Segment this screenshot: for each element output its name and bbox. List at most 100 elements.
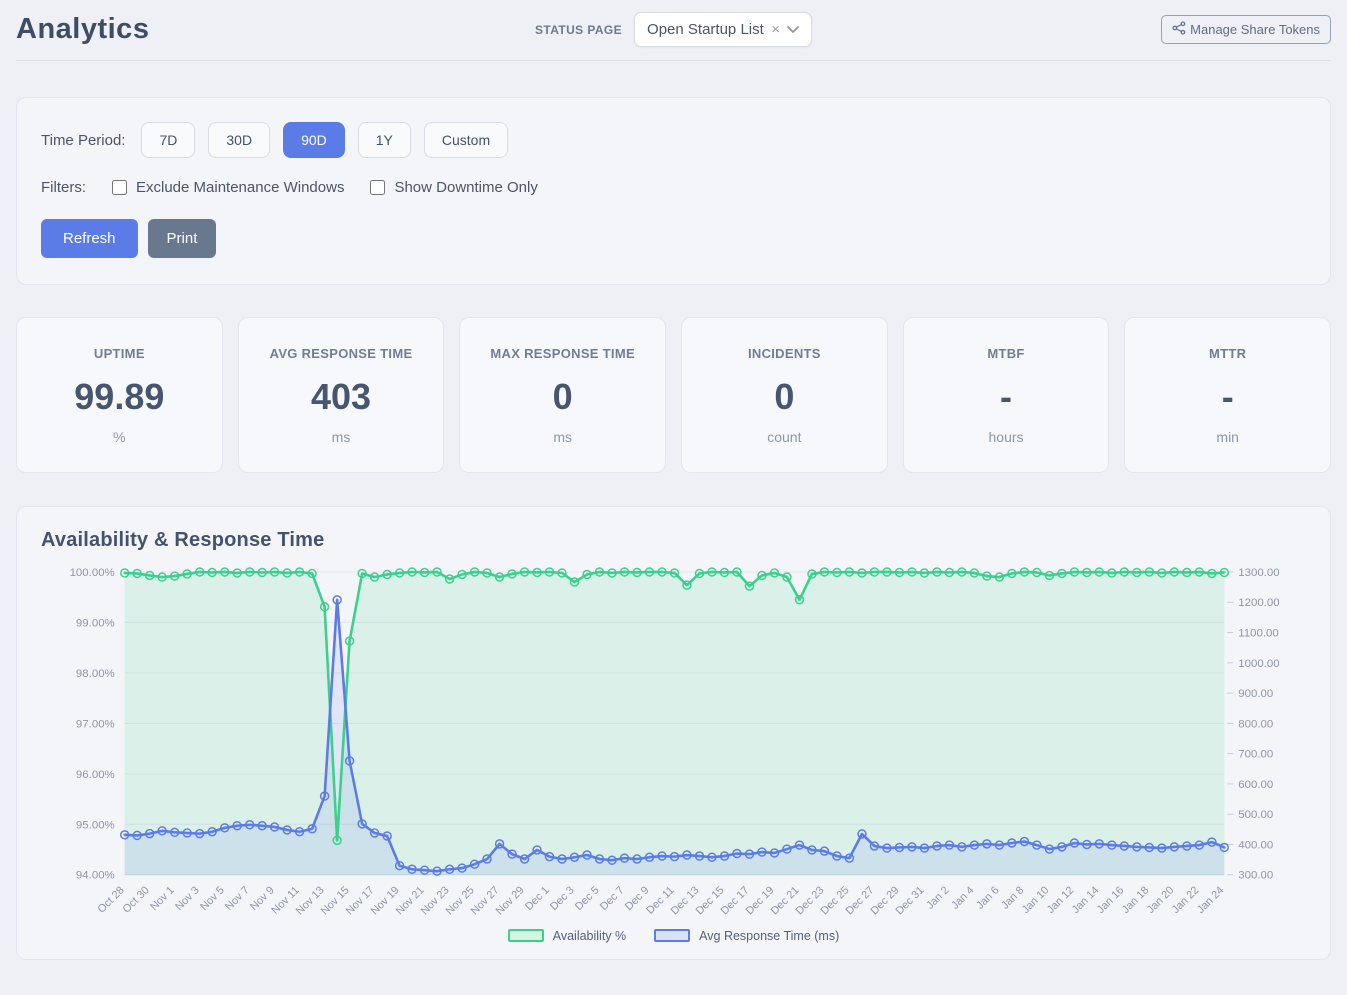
- stat-value: 403: [247, 376, 436, 418]
- period-button-7d[interactable]: 7D: [141, 122, 195, 158]
- svg-text:Nov 5: Nov 5: [198, 884, 227, 913]
- svg-text:98.00%: 98.00%: [76, 668, 115, 680]
- stat-label: INCIDENTS: [690, 346, 879, 361]
- svg-text:Nov 3: Nov 3: [173, 884, 202, 913]
- svg-text:Jan 12: Jan 12: [1045, 884, 1077, 916]
- svg-text:97.00%: 97.00%: [76, 718, 115, 730]
- clear-selection-icon[interactable]: ×: [771, 22, 780, 37]
- stat-card-uptime: UPTIME 99.89 %: [16, 317, 223, 473]
- stat-value: 0: [468, 376, 657, 418]
- svg-text:600.00: 600.00: [1238, 779, 1273, 791]
- stat-label: MTBF: [912, 346, 1101, 361]
- svg-text:Jan 2: Jan 2: [924, 884, 951, 911]
- stat-unit: ms: [247, 429, 436, 445]
- stats-row: UPTIME 99.89 % AVG RESPONSE TIME 403 ms …: [16, 317, 1331, 473]
- svg-text:94.00%: 94.00%: [76, 870, 115, 882]
- status-page-selected-value: Open Startup List: [647, 21, 764, 38]
- availability-response-chart: 94.00% 95.00% 96.00% 97.00% 98.00% 99.00% 100.…: [41, 562, 1306, 927]
- svg-text:1000.00: 1000.00: [1238, 658, 1279, 670]
- svg-text:Dec 7: Dec 7: [598, 884, 627, 913]
- share-icon: [1172, 21, 1186, 38]
- stat-value: 0: [690, 376, 879, 418]
- svg-text:Jan 4: Jan 4: [949, 884, 976, 911]
- svg-text:1100.00: 1100.00: [1238, 628, 1279, 640]
- show-downtime-checkbox[interactable]: [370, 180, 385, 195]
- time-period-row: Time Period: 7D 30D 90D 1Y Custom: [41, 122, 1306, 158]
- svg-text:Jan 20: Jan 20: [1145, 884, 1177, 916]
- legend-item-response-time: Avg Response Time (ms): [654, 929, 839, 943]
- svg-text:Nov 1: Nov 1: [148, 884, 177, 913]
- stat-card-incidents: INCIDENTS 0 count: [681, 317, 888, 473]
- svg-text:Jan 14: Jan 14: [1070, 884, 1102, 916]
- chart-title: Availability & Response Time: [41, 529, 1306, 552]
- period-button-1y[interactable]: 1Y: [358, 122, 411, 158]
- chevron-down-icon[interactable]: [787, 26, 799, 34]
- period-button-30d[interactable]: 30D: [208, 122, 270, 158]
- period-button-90d[interactable]: 90D: [283, 122, 345, 158]
- manage-share-tokens-label: Manage Share Tokens: [1190, 22, 1320, 37]
- print-button[interactable]: Print: [148, 219, 217, 258]
- stat-card-max-response: MAX RESPONSE TIME 0 ms: [459, 317, 666, 473]
- stat-unit: hours: [912, 429, 1101, 445]
- time-period-label: Time Period:: [41, 132, 125, 149]
- svg-text:Dec 5: Dec 5: [573, 884, 602, 913]
- refresh-button[interactable]: Refresh: [41, 219, 138, 258]
- page-title: Analytics: [16, 13, 149, 45]
- status-page-label: STATUS PAGE: [535, 23, 622, 37]
- period-button-custom[interactable]: Custom: [424, 122, 508, 158]
- svg-text:500.00: 500.00: [1238, 809, 1273, 821]
- svg-text:95.00%: 95.00%: [76, 819, 115, 831]
- stat-unit: ms: [468, 429, 657, 445]
- svg-text:400.00: 400.00: [1238, 839, 1273, 851]
- svg-text:96.00%: 96.00%: [76, 769, 115, 781]
- svg-text:900.00: 900.00: [1238, 688, 1273, 700]
- stat-label: AVG RESPONSE TIME: [247, 346, 436, 361]
- svg-text:99.00%: 99.00%: [76, 617, 115, 629]
- stat-unit: min: [1133, 429, 1322, 445]
- stat-label: MAX RESPONSE TIME: [468, 346, 657, 361]
- exclude-maintenance-checkbox[interactable]: [112, 180, 127, 195]
- stat-value: -: [912, 376, 1101, 418]
- legend-item-availability: Availability %: [508, 929, 626, 943]
- stat-value: -: [1133, 376, 1322, 418]
- svg-text:Dec 1: Dec 1: [523, 884, 552, 913]
- svg-text:Jan 16: Jan 16: [1095, 884, 1127, 916]
- analytics-page: Analytics STATUS PAGE Open Startup List …: [0, 0, 1347, 960]
- svg-text:Oct 30: Oct 30: [121, 884, 152, 915]
- availability-legend-swatch: [508, 929, 544, 942]
- stat-card-mtbf: MTBF - hours: [903, 317, 1110, 473]
- svg-text:100.00%: 100.00%: [70, 567, 115, 579]
- show-downtime-label: Show Downtime Only: [394, 179, 537, 196]
- svg-text:Jan 22: Jan 22: [1170, 884, 1202, 916]
- svg-text:300.00: 300.00: [1238, 870, 1273, 882]
- filters-label: Filters:: [41, 179, 86, 196]
- svg-text:800.00: 800.00: [1238, 718, 1273, 730]
- manage-share-tokens-button[interactable]: Manage Share Tokens: [1161, 15, 1331, 44]
- stat-card-avg-response: AVG RESPONSE TIME 403 ms: [238, 317, 445, 473]
- chart-wrap: 94.00% 95.00% 96.00% 97.00% 98.00% 99.00% 100.…: [41, 562, 1306, 927]
- svg-text:Nov 7: Nov 7: [223, 884, 252, 913]
- svg-text:Jan 6: Jan 6: [974, 884, 1001, 911]
- svg-text:Dec 3: Dec 3: [548, 884, 577, 913]
- svg-text:Jan 10: Jan 10: [1020, 884, 1052, 916]
- filters-panel: Time Period: 7D 30D 90D 1Y Custom Filter…: [16, 97, 1331, 285]
- header-divider: [16, 60, 1331, 61]
- svg-text:700.00: 700.00: [1238, 749, 1273, 761]
- stat-unit: %: [25, 429, 214, 445]
- svg-text:Oct 28: Oct 28: [96, 884, 127, 915]
- status-page-select[interactable]: Open Startup List ×: [634, 12, 812, 47]
- stat-label: MTTR: [1133, 346, 1322, 361]
- header: Analytics STATUS PAGE Open Startup List …: [16, 0, 1331, 47]
- filters-row: Filters: Exclude Maintenance Windows Sho…: [41, 179, 1306, 196]
- svg-text:Dec 31: Dec 31: [894, 884, 927, 917]
- chart-panel: Availability & Response Time 94.00% 95.00…: [16, 506, 1331, 960]
- show-downtime-checkbox-item: Show Downtime Only: [370, 179, 537, 196]
- response-time-legend-swatch: [654, 929, 690, 942]
- availability-legend-label: Availability %: [553, 929, 626, 943]
- exclude-maintenance-checkbox-item: Exclude Maintenance Windows: [112, 179, 344, 196]
- svg-text:1300.00: 1300.00: [1238, 567, 1279, 579]
- actions-row: Refresh Print: [41, 219, 1306, 258]
- svg-text:Jan 24: Jan 24: [1195, 884, 1227, 916]
- stat-unit: count: [690, 429, 879, 445]
- exclude-maintenance-label: Exclude Maintenance Windows: [136, 179, 344, 196]
